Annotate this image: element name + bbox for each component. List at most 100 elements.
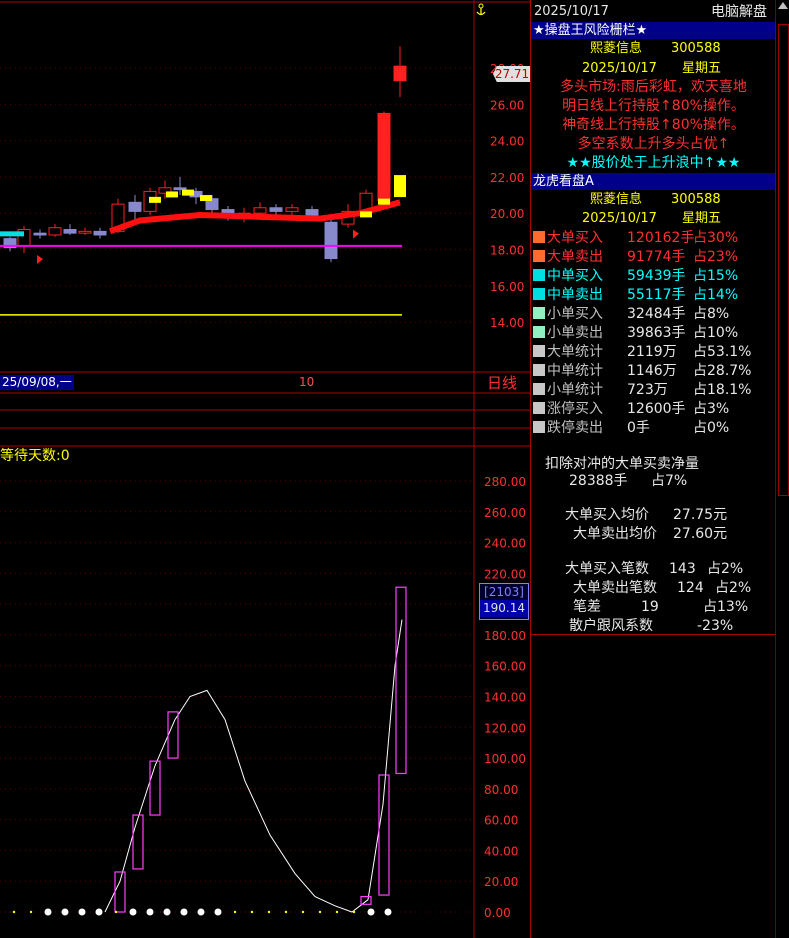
scroll-thumb[interactable] <box>778 24 789 496</box>
chart-area[interactable]: 28.0026.0024.0022.0020.0018.0016.0014.00… <box>0 0 531 938</box>
date-axis-left-label: 25/09/08,一 <box>0 375 74 390</box>
anchor-icon[interactable] <box>476 3 486 16</box>
ind-tick-label: 220.00 <box>484 567 526 581</box>
dragon-tiger-header[interactable]: 龙虎看盘A <box>531 173 776 190</box>
row-label: 大单买入 <box>547 230 603 246</box>
candle-body <box>221 209 235 214</box>
row-value: 12600手 <box>627 401 686 417</box>
indicator-bar <box>395 586 407 775</box>
yellow-marker <box>200 195 212 202</box>
price-tick-label: 16.00 <box>490 280 524 294</box>
indicator-bar <box>167 711 179 759</box>
order-row: 大单统计 2119万 占53.1% <box>533 343 773 362</box>
row-label: 小单统计 <box>547 382 603 398</box>
diff-value: 19 <box>641 599 659 615</box>
signal-flag <box>353 229 359 239</box>
ind-tick-label: 80.00 <box>484 783 518 797</box>
indicator-box-top: [2103] <box>484 585 524 599</box>
cnt-buy-label: 大单买入笔数 <box>565 561 649 577</box>
msg-coefficient: 多空系数上升多头占优↑ <box>577 136 730 152</box>
indicator-bar <box>132 814 144 870</box>
yellow-marker <box>166 191 178 198</box>
ind-tick-label: 20.00 <box>484 875 518 889</box>
order-row: 中单卖出 55117手 占14% <box>533 286 773 305</box>
order-row: 涨停买入 12600手 占3% <box>533 400 773 419</box>
zero-dot <box>114 910 118 914</box>
zero-dot <box>78 908 86 916</box>
zero-dot <box>61 908 69 916</box>
row-color-swatch <box>533 307 545 319</box>
candle-body <box>377 112 391 201</box>
order-row: 大单卖出 91774手 占23% <box>533 248 773 267</box>
zero-dot <box>29 910 33 914</box>
ind-tick-label: 160.00 <box>484 660 526 674</box>
order-row: 大单买入 120162手占30% <box>533 229 773 248</box>
indicator-label: 等待天数:0 <box>0 448 70 464</box>
kline-chart[interactable]: 28.0026.0024.0022.0020.0018.0016.0014.00… <box>0 0 530 938</box>
indicator-bar <box>360 896 372 905</box>
candle-body <box>173 187 187 191</box>
scroll-up-arrow[interactable] <box>778 2 788 9</box>
avg-sell-value: 27.60元 <box>673 526 728 542</box>
trade-date-2: 2025/10/17 <box>582 211 657 226</box>
stock-code: 300588 <box>671 41 721 56</box>
candle-body <box>128 201 142 212</box>
order-row: 小单统计 723万 占18.1% <box>533 381 773 400</box>
candle-body <box>324 221 338 260</box>
msg-magic-line: 神奇线上行持股↑80%操作。 <box>562 117 745 133</box>
retail-value: -23% <box>697 618 734 634</box>
candle-body <box>48 227 62 236</box>
candle-body <box>63 229 77 234</box>
row-pct: 占10% <box>693 325 739 341</box>
zero-dot <box>163 908 171 916</box>
row-pct: 占3% <box>693 401 730 417</box>
cnt-buy-value: 143 <box>669 561 696 577</box>
row-value: 0手 <box>627 420 650 436</box>
yellow-marker <box>149 196 161 203</box>
row-color-swatch <box>533 421 545 433</box>
zero-dot <box>12 910 16 914</box>
row-pct: 占15% <box>693 268 739 284</box>
panel-divider <box>531 634 776 635</box>
row-label: 中单统计 <box>547 363 603 379</box>
diff-label: 笔差 <box>573 599 601 615</box>
zero-dot <box>44 908 52 916</box>
row-pct: 占0% <box>693 420 730 436</box>
row-pct: 占23% <box>693 249 739 265</box>
zero-dot <box>250 910 254 914</box>
row-color-swatch <box>533 345 545 357</box>
candle-body <box>285 207 299 212</box>
zero-dot <box>335 910 339 914</box>
date-axis-mid-label: 10 <box>299 375 315 389</box>
panel-title: 电脑解盘 <box>711 4 767 20</box>
order-row: 小单买入 32484手 占8% <box>533 305 773 324</box>
candle-body <box>393 65 407 82</box>
retail-label: 散户跟风系数 <box>569 618 653 634</box>
analysis-panel: 2025/10/17 电脑解盘 ★操盘王风险栅栏★ 熙菱信息 300588 20… <box>530 0 789 938</box>
row-value: 723万 <box>627 382 668 398</box>
indicator-value-box: [2103] 190.14 <box>479 583 529 620</box>
weekday: 星期五 <box>682 61 722 76</box>
row-label: 小单买入 <box>547 306 603 322</box>
row-value: 59439手 <box>627 268 686 284</box>
row-label: 中单买入 <box>547 268 603 284</box>
ind-tick-label: 240.00 <box>484 537 526 551</box>
zero-dot <box>284 910 288 914</box>
price-tick-label: 20.00 <box>490 207 524 221</box>
period-label[interactable]: 日线 <box>487 374 517 392</box>
row-label: 小单卖出 <box>547 325 603 341</box>
order-row: 小单卖出 39863手 占10% <box>533 324 773 343</box>
price-tick-label: 24.00 <box>490 135 524 149</box>
cnt-sell-pct: 占2% <box>715 580 752 596</box>
price-tick-label: 26.00 <box>490 98 524 112</box>
candle-body <box>33 232 47 236</box>
candle-body <box>305 209 319 216</box>
ind-tick-label: 100.00 <box>484 752 526 766</box>
row-color-swatch <box>533 364 545 376</box>
row-pct: 占14% <box>693 287 739 303</box>
stock-name-2: 熙菱信息 <box>590 192 643 207</box>
panel-scrollbar[interactable] <box>775 0 789 938</box>
risk-fence-header[interactable]: ★操盘王风险栅栏★ <box>531 22 776 39</box>
price-tick-label: 22.00 <box>490 171 524 185</box>
cnt-sell-value: 124 <box>677 580 704 596</box>
